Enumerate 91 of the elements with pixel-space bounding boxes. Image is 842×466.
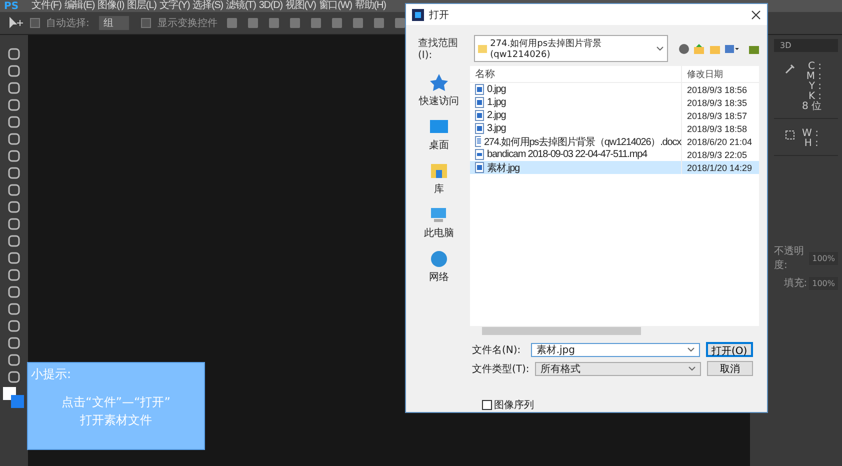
file-name: 0.jpg — [487, 84, 506, 95]
auto-select-dropdown[interactable]: 组 — [99, 16, 130, 30]
place-item[interactable]: 网络 — [429, 250, 449, 284]
place-item[interactable]: 库 — [429, 162, 449, 196]
workspace-field[interactable]: 3D — [774, 39, 838, 52]
checkbox[interactable] — [30, 18, 40, 28]
file-date: 2018/9/3 18:58 — [686, 124, 748, 134]
file-row[interactable]: 0.jpg 2018/9/3 18:56 — [470, 83, 759, 96]
checkbox[interactable] — [482, 400, 492, 410]
file-type-label: 文件类型(T): — [472, 362, 530, 376]
folder-icon — [478, 44, 488, 54]
file-name: 274.如何用ps去掉图片背景（qw1214026）.docx — [484, 136, 681, 148]
tip-text: 打开素材文件 — [80, 412, 152, 429]
checkbox[interactable] — [141, 18, 152, 28]
fill-field[interactable]: 100% — [809, 276, 838, 290]
file-row[interactable]: 3.jpg 2018/9/3 18:58 — [470, 122, 759, 135]
file-type-dropdown[interactable]: 所有格式 — [535, 362, 701, 376]
image-sequence-label: 图像序列 — [494, 398, 534, 412]
bounds-icon — [784, 129, 796, 141]
file-date: 2018/6/20 21:04 — [686, 136, 752, 146]
menu-item[interactable]: 视图(V) — [285, 0, 316, 12]
info-label: C : — [808, 62, 822, 72]
auto-select-label: 自动选择: — [46, 16, 90, 30]
file-date: 2018/9/3 18:56 — [686, 84, 748, 94]
place-item[interactable]: 快速访问 — [419, 74, 459, 108]
document-icon — [475, 136, 481, 147]
column-header[interactable]: 名称 — [470, 66, 682, 82]
file-name: 2.jpg — [487, 110, 506, 121]
up-folder-icon[interactable] — [693, 42, 705, 54]
look-in-dropdown[interactable]: 274.如何用ps去掉图片背景(qw1214026) — [474, 35, 668, 62]
file-date: 2018/9/3 18:57 — [686, 110, 748, 120]
menu-item[interactable]: 帮助(H) — [354, 0, 386, 12]
look-in-label: 查找范围(I): — [418, 36, 459, 61]
file-date: 2018/1/20 14:29 — [686, 162, 752, 172]
caret-icon — [656, 46, 664, 52]
tip-title: 小提示: — [31, 366, 72, 383]
app-logo: PS — [4, 0, 19, 12]
fill-label: 填充: — [784, 276, 808, 290]
caret-icon — [688, 366, 696, 372]
menu-item[interactable]: 滤镜(T) — [226, 0, 256, 12]
menu-item[interactable]: 选择(S) — [192, 0, 224, 12]
file-row[interactable]: 274.如何用ps去掉图片背景（qw1214026）.docx 2018/6/20 21:04 — [470, 135, 759, 148]
opacity-label: 不透明度: — [774, 244, 805, 272]
column-header[interactable]: 修改日期 — [682, 68, 723, 80]
star-icon — [429, 74, 449, 92]
opacity-field[interactable]: 100% — [809, 252, 838, 264]
file-row[interactable]: 1.jpg 2018/9/3 18:35 — [470, 96, 759, 109]
info-label: W : — [802, 129, 818, 139]
desktop-icon — [429, 118, 449, 136]
info-label: M : — [806, 72, 822, 82]
file-row[interactable]: 2.jpg 2018/9/3 18:57 — [470, 109, 759, 122]
view-menu-icon[interactable] — [724, 42, 740, 54]
color-swatches-icon[interactable] — [3, 387, 25, 409]
image-file-icon — [475, 123, 484, 134]
image-file-icon — [475, 162, 484, 173]
video-file-icon — [475, 149, 484, 160]
eyedropper-icon — [784, 62, 796, 74]
tip-text: 点击“文件”—“打开” — [62, 394, 170, 411]
menu-item[interactable]: 图层(L) — [127, 0, 156, 12]
library-icon — [429, 162, 449, 180]
show-transform-label: 显示变换控件 — [157, 16, 218, 30]
menu-item[interactable]: 图像(I) — [98, 0, 124, 12]
info-label: 8 位 — [802, 102, 822, 112]
menu-item[interactable]: 编辑(E) — [64, 0, 95, 12]
network-icon — [429, 250, 449, 268]
place-item[interactable]: 桌面 — [429, 118, 449, 152]
image-file-icon — [475, 84, 484, 95]
file-name-label: 文件名(N): — [472, 344, 522, 356]
file-row[interactable]: 素材.jpg 2018/1/20 14:29 — [470, 161, 759, 174]
file-name: bandicam 2018-09-03 22-04-47-511.mp4 — [487, 149, 648, 160]
info-label: K : — [808, 92, 822, 102]
dialog-title: 打开 — [429, 8, 450, 22]
file-date: 2018/9/3 18:35 — [686, 98, 748, 108]
app-icon — [412, 8, 424, 20]
caret-icon — [686, 346, 695, 352]
open-button[interactable]: 打开(O) — [706, 342, 753, 357]
file-name-field[interactable]: 素材.jpg — [531, 342, 700, 356]
cancel-button[interactable]: 取消 — [706, 361, 753, 376]
close-icon[interactable] — [751, 10, 761, 20]
image-file-icon — [475, 110, 484, 121]
menu-item[interactable]: 3D(D) — [258, 0, 282, 12]
place-item[interactable]: 此电脑 — [424, 206, 454, 240]
file-name: 3.jpg — [487, 123, 506, 134]
image-file-icon — [475, 97, 484, 108]
file-name: 素材.jpg — [487, 162, 520, 174]
info-label: H : — [804, 139, 818, 149]
computer-icon — [429, 206, 449, 224]
file-date: 2018/9/3 22:05 — [686, 150, 748, 160]
back-icon[interactable] — [678, 42, 690, 54]
file-name: 1.jpg — [487, 97, 506, 108]
info-label: Y : — [808, 82, 822, 92]
